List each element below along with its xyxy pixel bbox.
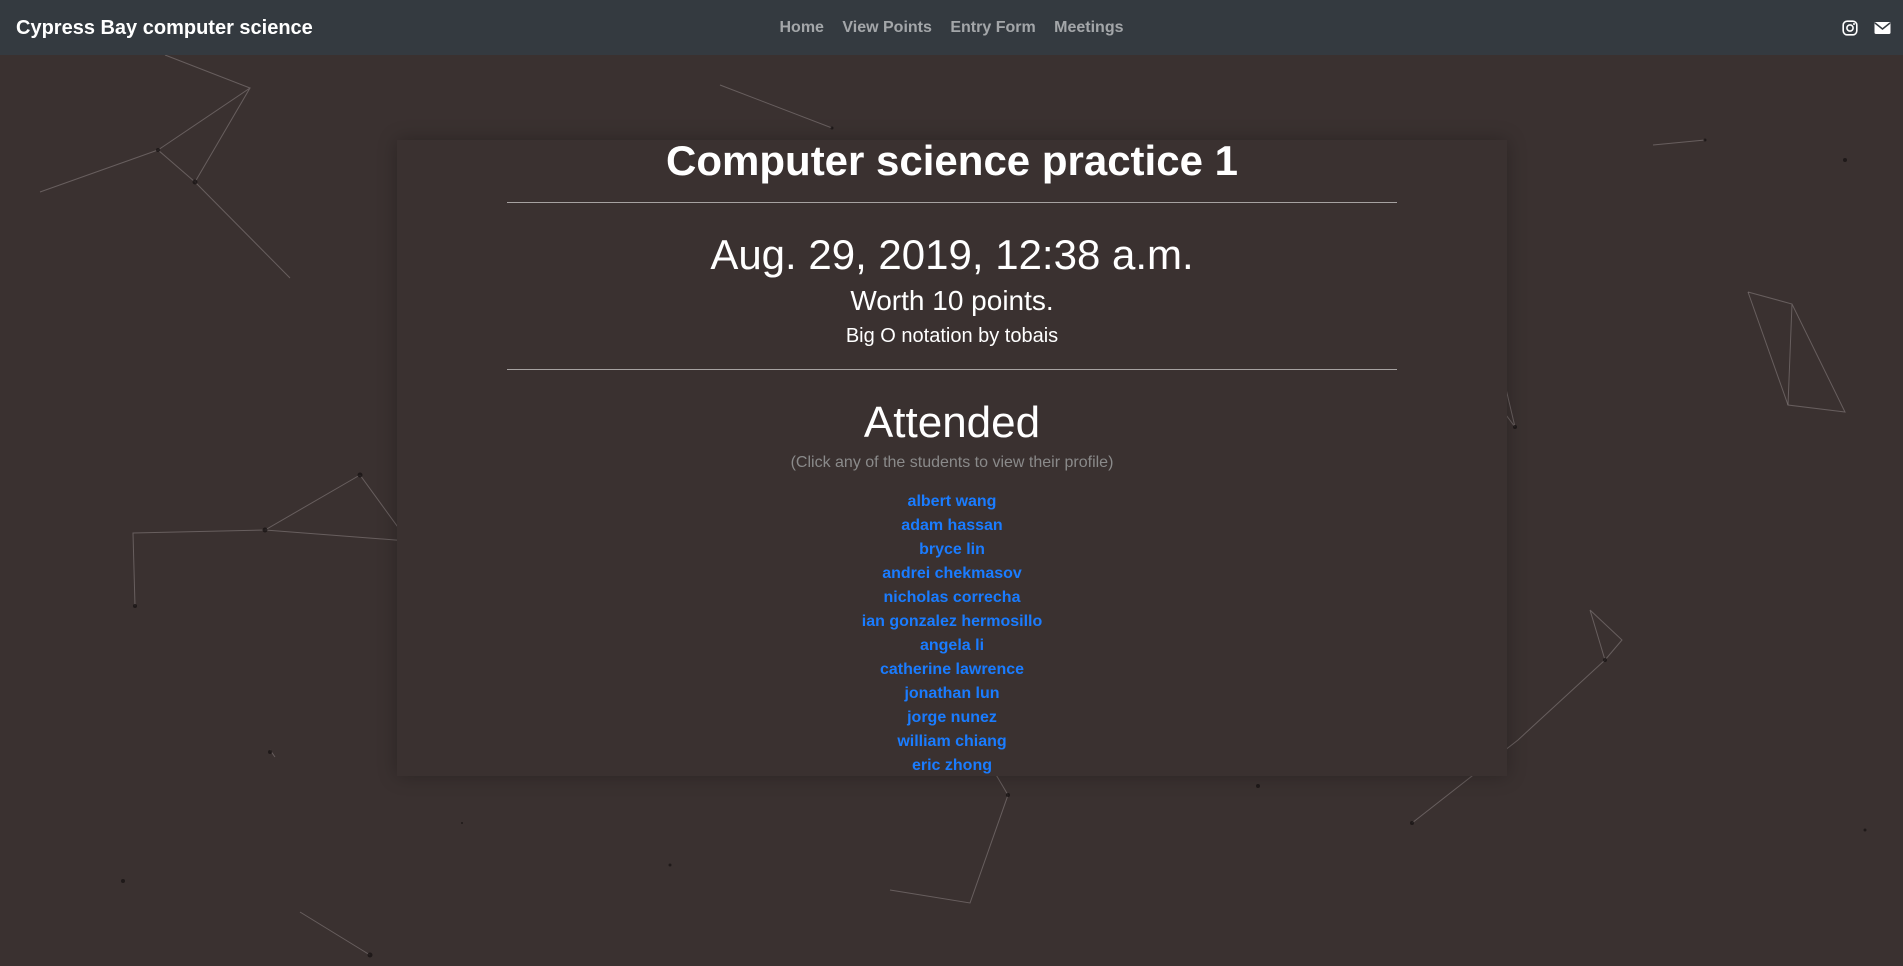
meeting-card: Computer science practice 1 Aug. 29, 201…: [397, 140, 1507, 776]
list-item: angela li: [507, 634, 1397, 658]
list-item: adam hassan: [507, 514, 1397, 538]
list-item: jonathan lun: [507, 682, 1397, 706]
social-links: [1830, 20, 1891, 41]
list-item: bryce lin: [507, 538, 1397, 562]
list-item: nicholas correcha: [507, 586, 1397, 610]
list-item: andrei chekmasov: [507, 562, 1397, 586]
list-item: catherine lawrence: [507, 658, 1397, 682]
nav-meetings-link[interactable]: Meetings: [1054, 19, 1123, 36]
nav-view-points-link[interactable]: View Points: [842, 19, 932, 36]
student-list: albert wang adam hassan bryce lin andrei…: [507, 490, 1397, 778]
student-link[interactable]: catherine lawrence: [880, 661, 1024, 678]
mail-icon[interactable]: [1874, 21, 1891, 40]
meeting-description: Big O notation by tobais: [845, 325, 1059, 347]
student-link[interactable]: eric zhong: [912, 757, 992, 774]
student-link[interactable]: jonathan lun: [904, 685, 999, 702]
nav-links: Home View Points Entry Form Meetings: [0, 19, 1903, 37]
top-navbar: Cypress Bay computer science Home View P…: [0, 0, 1903, 55]
list-item: albert wang: [507, 490, 1397, 514]
student-link[interactable]: bryce lin: [919, 541, 985, 558]
nav-entry-form-link[interactable]: Entry Form: [950, 19, 1035, 36]
student-link[interactable]: adam hassan: [901, 517, 1002, 534]
divider: [507, 369, 1397, 370]
list-item: jorge nunez: [507, 706, 1397, 730]
instagram-icon[interactable]: [1841, 20, 1858, 41]
list-item: eric zhong: [507, 754, 1397, 778]
student-link[interactable]: albert wang: [908, 493, 997, 510]
student-link[interactable]: angela li: [920, 637, 984, 654]
attended-heading: Attended: [863, 398, 1041, 447]
student-link[interactable]: ian gonzalez hermosillo: [862, 613, 1042, 630]
meeting-title: Computer science practice 1: [666, 137, 1238, 184]
student-link[interactable]: nicholas correcha: [884, 589, 1021, 606]
student-link[interactable]: jorge nunez: [907, 709, 997, 726]
meeting-date: Aug. 29, 2019, 12:38 a.m.: [710, 231, 1194, 278]
student-link[interactable]: andrei chekmasov: [882, 565, 1022, 582]
attended-hint: (Click any of the students to view their…: [790, 454, 1114, 471]
divider: [507, 202, 1397, 203]
meeting-points: Worth 10 points.: [850, 285, 1054, 316]
list-item: william chiang: [507, 730, 1397, 754]
nav-home-link[interactable]: Home: [779, 19, 823, 36]
list-item: ian gonzalez hermosillo: [507, 610, 1397, 634]
student-link[interactable]: william chiang: [897, 733, 1006, 750]
